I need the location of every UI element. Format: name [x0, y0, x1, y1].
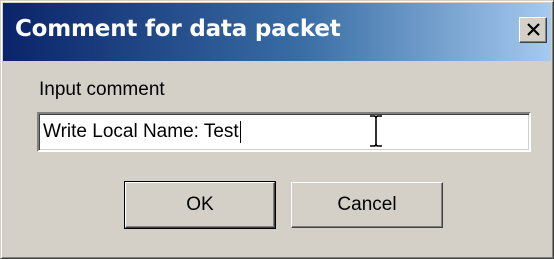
ok-button[interactable]: OK [124, 181, 276, 229]
cancel-button[interactable]: Cancel [291, 182, 443, 228]
input-comment-label: Input comment [39, 79, 165, 100]
comment-input[interactable]: Write Local Name: Test [37, 112, 531, 152]
dialog-title: Comment for data packet [15, 16, 341, 42]
comment-input-value: Write Local Name: Test [43, 121, 239, 142]
text-caret [239, 120, 241, 143]
close-button[interactable] [519, 17, 547, 43]
close-icon [527, 23, 540, 36]
comment-dialog: Comment for data packet Input comment Wr… [0, 0, 554, 259]
title-bar[interactable]: Comment for data packet [3, 3, 551, 61]
ibeam-cursor-icon [370, 115, 382, 147]
